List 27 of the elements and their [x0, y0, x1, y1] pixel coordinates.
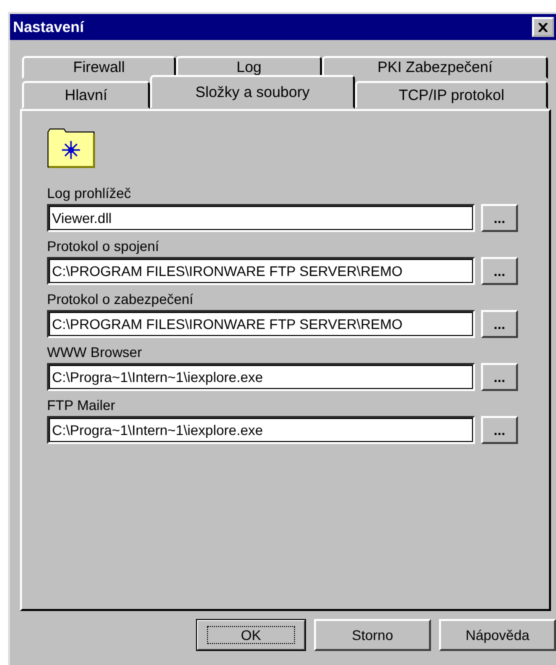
dialog-button[interactable]: Storno [314, 619, 431, 651]
browse-button[interactable]: ... [481, 204, 518, 232]
close-button[interactable] [532, 17, 554, 37]
browse-button[interactable]: ... [481, 416, 518, 444]
browse-button[interactable]: ... [481, 363, 518, 391]
path-field[interactable]: C:\PROGRAM FILES\IRONWARE FTP SERVER\REMO [47, 310, 475, 338]
tab[interactable]: Hlavní [22, 81, 150, 109]
close-icon [538, 22, 548, 32]
field-label: Log prohlížeč [47, 184, 132, 203]
field-label: FTP Mailer [47, 396, 116, 415]
dialog-button[interactable]: Nápověda [439, 619, 556, 651]
tab[interactable]: PKI Zabezpečení [322, 56, 548, 79]
dialog-button[interactable]: OK [196, 619, 306, 651]
browse-button[interactable]: ... [481, 310, 518, 338]
tab[interactable]: Složky a soubory [150, 75, 355, 109]
browse-button[interactable]: ... [481, 257, 518, 285]
path-field[interactable]: Viewer.dll [47, 204, 475, 232]
field-label: WWW Browser [47, 343, 142, 362]
path-field[interactable]: C:\Progra~1\Intern~1\iexplore.exe [47, 416, 475, 444]
folder-icon [47, 127, 97, 169]
field-label: Protokol o spojení [47, 237, 160, 256]
field-label: Protokol o zabezpečení [47, 290, 194, 309]
tab[interactable]: TCP/IP protokol [355, 81, 548, 109]
window-title: Nastavení [13, 18, 84, 36]
tab[interactable]: Firewall [22, 56, 176, 79]
path-field[interactable]: C:\Progra~1\Intern~1\iexplore.exe [47, 363, 475, 391]
path-field[interactable]: C:\PROGRAM FILES\IRONWARE FTP SERVER\REMO [47, 257, 475, 285]
